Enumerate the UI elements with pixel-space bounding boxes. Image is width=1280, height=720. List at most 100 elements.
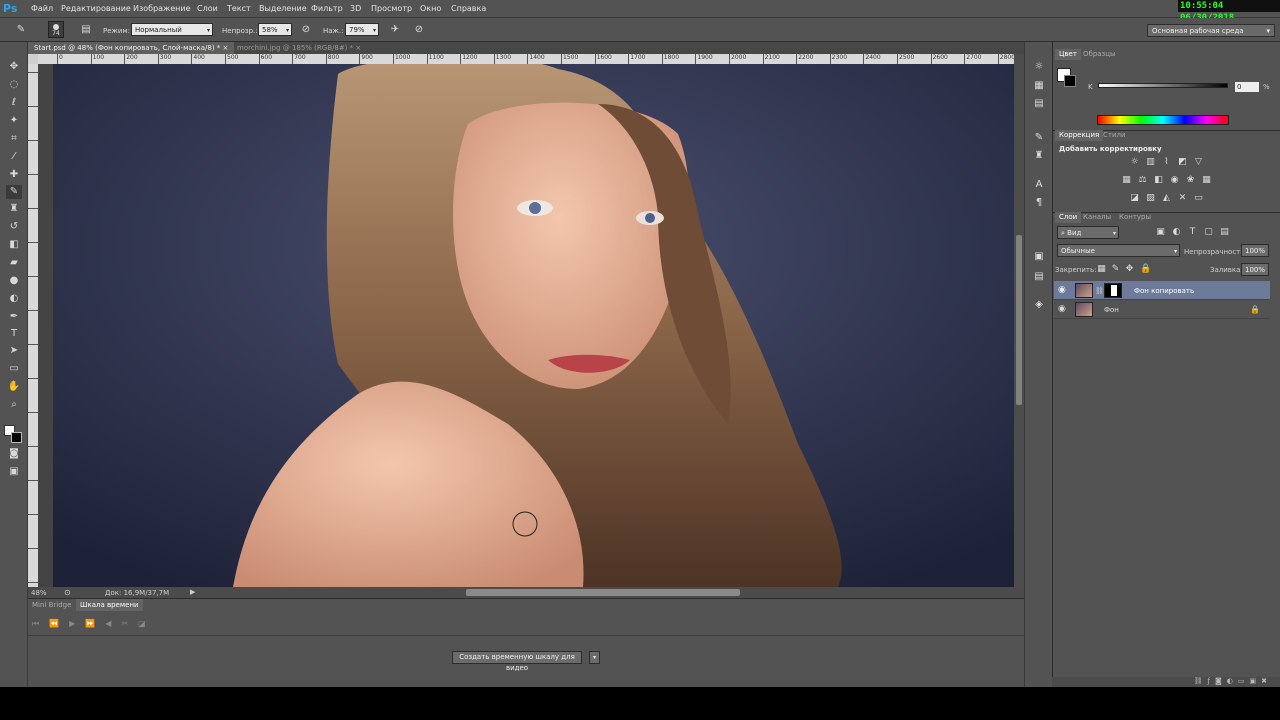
transition-icon[interactable]: ◪ [138,619,156,628]
new-adjustment-icon[interactable]: ◐ [1227,677,1238,685]
curves-icon[interactable]: ⌇ [1161,157,1172,168]
create-video-timeline-button[interactable]: Создать временную шкалу для видео [452,651,582,672]
menu-file[interactable]: Файл [31,4,53,13]
type-tool-icon[interactable]: T [6,327,22,341]
quick-select-icon[interactable]: ✦ [6,114,22,128]
menu-view[interactable]: Просмотр [371,4,412,13]
shape-tool-icon[interactable]: ▭ [6,362,22,376]
filter-smart-icon[interactable]: ▤ [1219,227,1230,238]
hue-sat-icon[interactable]: ▦ [1121,175,1132,186]
color-lookup-icon[interactable]: ▦ [1201,175,1212,186]
split-icon[interactable]: ✂ [121,619,138,628]
layer-opacity-field[interactable]: 100% [1241,244,1269,257]
filter-pixel-icon[interactable]: ▣ [1155,227,1166,238]
lock-position-icon[interactable]: ✥ [1124,264,1135,275]
status-menu-arrow-icon[interactable]: ▶ [190,588,195,596]
brush-tool-icon[interactable]: ✎ [6,185,22,199]
levels-icon[interactable]: ▥ [1145,157,1156,168]
healing-brush-icon[interactable]: ✚ [6,168,22,182]
marquee-tool-icon[interactable]: ◌ [6,78,22,92]
layer-row[interactable]: ◉ ⛓ Фон копировать [1054,281,1270,300]
lock-all-icon[interactable]: 🔒 [1140,264,1151,275]
zoom-icon[interactable]: ⊙ [64,588,71,597]
audio-icon[interactable]: ◀ [105,619,121,628]
notes-icon[interactable]: ▤ [1032,270,1046,284]
add-mask-icon[interactable]: ◙ [1215,677,1227,685]
eyedropper-icon[interactable]: ⁄ [6,150,22,164]
tab-color[interactable]: Цвет [1055,49,1081,60]
photo-filter-icon[interactable]: ◉ [1169,175,1180,186]
filter-shape-icon[interactable]: ▢ [1203,227,1214,238]
menu-3d[interactable]: 3D [350,4,361,13]
menu-select[interactable]: Выделение [259,4,307,13]
stamp-tool-icon[interactable]: ♜ [6,202,22,216]
screen-mode-icon[interactable]: ▣ [6,465,22,479]
next-frame-icon[interactable]: ⏩ [85,619,105,628]
brush-tool-icon[interactable]: ✎ [14,23,28,37]
color-balance-icon[interactable]: ⚖ [1137,175,1148,186]
new-layer-icon[interactable]: ▣ [1250,677,1262,685]
move-tool-icon[interactable]: ✥ [6,60,22,74]
tab-timeline[interactable]: Шкала времени [76,599,143,611]
invert-icon[interactable]: ◪ [1129,193,1140,204]
path-select-icon[interactable]: ➤ [6,344,22,358]
zoom-level[interactable]: 48% [31,589,47,597]
layer-name[interactable]: Фон [1104,306,1119,314]
opacity-field[interactable]: 58% ▾ [258,23,292,36]
pressure-field[interactable]: 79% ▾ [345,23,379,36]
gradient-map-icon[interactable]: ▭ [1193,193,1204,204]
tab-mini-bridge[interactable]: Mini Bridge [28,599,75,611]
brush-panel-icon[interactable]: ▤ [79,23,93,37]
character-icon[interactable]: A [1032,178,1046,192]
tab-styles[interactable]: Стили [1099,130,1130,141]
history-icon[interactable]: ☼ [1032,60,1046,74]
clone-source-icon[interactable]: ♜ [1032,149,1046,163]
pen-tool-icon[interactable]: ✒ [6,310,22,324]
menu-filter[interactable]: Фильтр [311,4,343,13]
lock-pixels-icon[interactable]: ✎ [1110,264,1121,275]
posterize-icon[interactable]: ▨ [1145,193,1156,204]
history-brush-icon[interactable]: ↺ [6,220,22,234]
menu-layers[interactable]: Слои [197,4,218,13]
filter-type-icon[interactable]: T [1187,227,1198,238]
background-color-swatch[interactable] [1064,75,1076,87]
menu-window[interactable]: Окно [420,4,441,13]
visibility-eye-icon[interactable]: ◉ [1058,304,1066,314]
color-spectrum-bar[interactable] [1097,115,1229,125]
lasso-tool-icon[interactable]: ℓ [6,96,22,110]
canvas-area[interactable] [38,56,1015,588]
hand-tool-icon[interactable]: ✋ [6,380,22,394]
brightness-icon[interactable]: ☼ [1129,157,1140,168]
workspace-selector[interactable]: Основная рабочая среда ▾ [1147,24,1275,37]
paragraph-icon[interactable]: ¶ [1032,196,1046,210]
play-icon[interactable]: ▶ [69,619,85,628]
gradient-tool-icon[interactable]: ▰ [6,256,22,270]
mode-dropdown[interactable]: Нормальный ▾ [131,23,213,36]
airbrush-icon[interactable]: ✈ [388,23,402,37]
tab-morchini-jpg[interactable]: morchini.jpg @ 185% (RGB/8#) * × [231,42,367,54]
brush-preset-picker[interactable]: 74 [48,21,64,38]
channel-mixer-icon[interactable]: ❀ [1185,175,1196,186]
menu-help[interactable]: Справка [451,4,486,13]
layer-mask-thumbnail[interactable] [1104,283,1122,298]
filter-adjust-icon[interactable]: ◐ [1171,227,1182,238]
blend-mode-dropdown[interactable]: Обычные ▾ [1057,244,1180,257]
pressure-opacity-icon[interactable]: ⊘ [299,23,313,37]
tab-channels[interactable]: Каналы [1079,212,1115,223]
lock-transparent-icon[interactable]: ▦ [1096,264,1107,275]
dodge-tool-icon[interactable]: ◐ [6,292,22,306]
prev-frame-icon[interactable]: ⏪ [49,619,69,628]
chain-link-icon[interactable]: ⛓ [1095,287,1104,295]
threshold-icon[interactable]: ◭ [1161,193,1172,204]
close-icon[interactable]: × [223,44,229,52]
eraser-tool-icon[interactable]: ◧ [6,238,22,252]
menu-image[interactable]: Изображение [133,4,191,13]
tab-layers[interactable]: Слои [1055,212,1082,223]
info-icon[interactable]: ▤ [1032,97,1046,111]
tab-swatches[interactable]: Образцы [1079,49,1120,60]
pressure-size-icon[interactable]: ⊘ [412,23,426,37]
k-value-field[interactable]: 0 [1235,82,1259,92]
bw-icon[interactable]: ◧ [1153,175,1164,186]
actions-icon[interactable]: ▦ [1032,79,1046,93]
blur-tool-icon[interactable]: ● [6,274,22,288]
